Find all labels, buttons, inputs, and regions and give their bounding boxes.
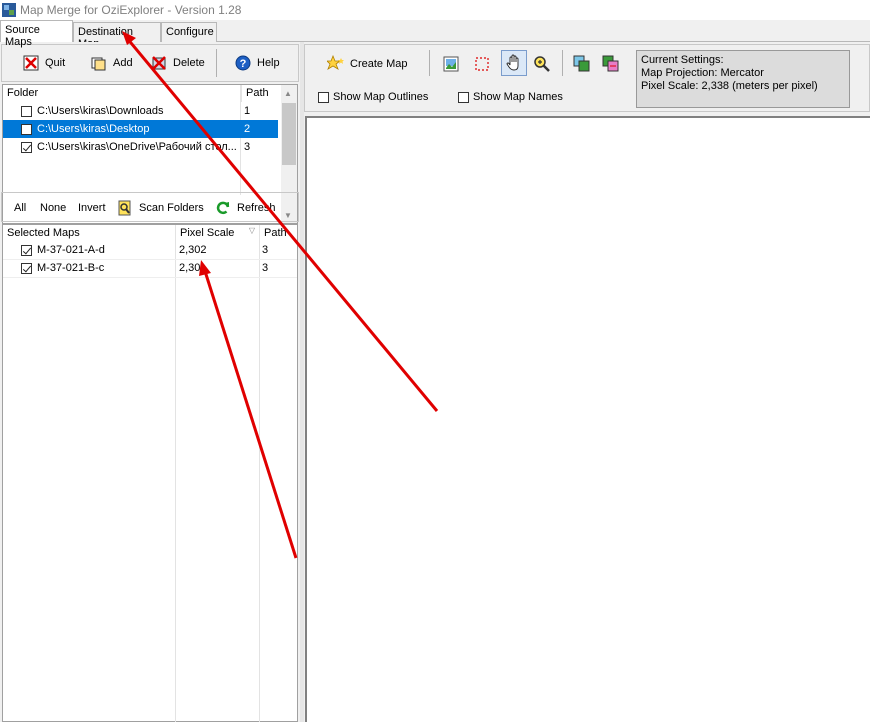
title-bar: Map Merge for OziExplorer - Version 1.28 (0, 0, 870, 20)
refresh-icon (214, 199, 232, 217)
map-path-column-header[interactable]: Path (259, 225, 299, 242)
overlay-maps-button[interactable] (602, 52, 620, 76)
folder-column-header[interactable]: Folder (3, 85, 241, 102)
image-view-button[interactable] (442, 52, 460, 76)
folder-checkbox[interactable] (21, 123, 32, 135)
show-names-option[interactable]: Show Map Names (458, 91, 563, 103)
hand-icon (505, 54, 523, 72)
delete-icon (150, 54, 168, 72)
create-map-label: Create Map (350, 58, 408, 70)
map-scale-text: 2,302 (179, 244, 207, 256)
scan-folders-label: Scan Folders (139, 202, 204, 214)
show-outlines-option[interactable]: Show Map Outlines (318, 91, 428, 103)
help-button[interactable]: ? Help (234, 51, 280, 75)
map-scale-text: 2,30 (179, 262, 201, 274)
path-column-header[interactable]: Path (241, 85, 281, 102)
window-title: Map Merge for OziExplorer - Version 1.28 (20, 3, 242, 17)
pixel-scale-column-header[interactable]: Pixel Scale ▽ (175, 225, 259, 242)
folder-path-index: 2 (244, 123, 251, 135)
create-map-icon (327, 55, 345, 73)
refresh-label: Refresh (237, 202, 276, 214)
help-icon: ? (234, 54, 252, 72)
tab-bar: Source Maps Destination Map Configure (0, 20, 870, 50)
selected-maps-list[interactable]: Selected Maps Pixel Scale ▽ Path M-37-02… (2, 224, 298, 722)
selected-maps-column-header[interactable]: Selected Maps (3, 225, 175, 242)
selection-rect-icon (473, 55, 491, 73)
map-path-text: 3 (262, 244, 269, 256)
magnifier-icon (533, 55, 551, 73)
show-outlines-label: Show Map Outlines (333, 91, 429, 103)
folder-checkbox[interactable] (21, 105, 32, 117)
right-toolbar: Create Map Show Map Outlines Show Map Na… (304, 44, 870, 112)
left-toolbar: Quit Add Delete ? Help (1, 44, 299, 82)
settings-projection: Map Projection: Mercator (641, 67, 764, 79)
folder-path-text: C:\Users\kiras\Downloads (37, 105, 164, 117)
folder-row[interactable]: C:\Users\kiras\Downloads 1 (3, 102, 281, 120)
right-pane: Create Map Show Map Outlines Show Map Na… (304, 42, 870, 722)
settings-pixel-scale: Pixel Scale: 2,338 (meters per pixel) (641, 80, 818, 92)
map-row[interactable]: M-37-021-B-c 2,30 3 (3, 259, 297, 278)
map-canvas[interactable] (305, 116, 870, 722)
delete-label: Delete (173, 57, 205, 69)
help-label: Help (257, 57, 280, 69)
show-outlines-checkbox[interactable] (318, 91, 329, 103)
overlay-maps-icon (602, 55, 620, 73)
scrollbar-thumb[interactable] (282, 103, 296, 165)
create-map-button[interactable]: Create Map (327, 52, 407, 76)
svg-text:?: ? (240, 58, 247, 70)
folder-path-text: C:\Users\kiras\Desktop (37, 123, 150, 135)
map-path-text: 3 (262, 262, 269, 274)
delete-button[interactable]: Delete (150, 51, 205, 75)
folder-checkbox[interactable] (21, 141, 32, 153)
map-name-text: M-37-021-A-d (37, 244, 105, 256)
zoom-button[interactable] (533, 52, 551, 76)
folder-path-index: 3 (244, 141, 251, 153)
quit-button[interactable]: Quit (22, 51, 65, 75)
folder-path-index: 1 (244, 105, 251, 117)
folder-row-selected[interactable]: C:\Users\kiras\Desktop 2 (3, 120, 278, 138)
tab-configure[interactable]: Configure (161, 22, 217, 42)
quit-label: Quit (45, 57, 66, 69)
select-none-button[interactable]: None (40, 196, 66, 220)
map-checkbox[interactable] (21, 244, 32, 256)
refresh-button[interactable]: Refresh (214, 196, 276, 220)
settings-heading: Current Settings: (641, 54, 724, 66)
map-checkbox[interactable] (21, 262, 32, 274)
select-all-button[interactable]: All (14, 196, 26, 220)
show-names-label: Show Map Names (473, 91, 563, 103)
left-pane: Quit Add Delete ? Help Folder Path C:\Us… (0, 42, 300, 722)
scroll-up-icon[interactable]: ▲ (284, 89, 292, 98)
scan-folders-icon (116, 199, 134, 217)
add-button[interactable]: Add (90, 51, 133, 75)
pan-button[interactable] (501, 50, 527, 76)
map-row[interactable]: M-37-021-A-d 2,302 3 (3, 241, 297, 260)
show-names-checkbox[interactable] (458, 91, 469, 103)
app-icon (2, 3, 16, 17)
tile-maps-button[interactable] (573, 52, 591, 76)
tab-source-maps[interactable]: Source Maps (0, 20, 73, 48)
tab-destination-map[interactable]: Destination Map (73, 22, 161, 50)
map-name-text: M-37-021-B-c (37, 262, 105, 274)
tile-maps-icon (573, 55, 591, 73)
add-folder-icon (90, 54, 108, 72)
maps-toolbar: All None Invert Scan Folders Refresh (1, 192, 299, 222)
add-label: Add (113, 57, 133, 69)
folder-path-text: C:\Users\kiras\OneDrive\Рабочий стол... (37, 141, 237, 153)
pixel-scale-header-label: Pixel Scale (180, 227, 235, 239)
quit-icon (22, 54, 40, 72)
sort-down-icon: ▽ (248, 226, 255, 235)
invert-selection-button[interactable]: Invert (78, 196, 106, 220)
current-settings-box: Current Settings: Map Projection: Mercat… (636, 50, 850, 108)
scan-folders-button[interactable]: Scan Folders (116, 196, 204, 220)
select-area-button[interactable] (473, 52, 491, 76)
folder-row[interactable]: C:\Users\kiras\OneDrive\Рабочий стол... … (3, 138, 281, 156)
picture-icon (442, 55, 460, 73)
